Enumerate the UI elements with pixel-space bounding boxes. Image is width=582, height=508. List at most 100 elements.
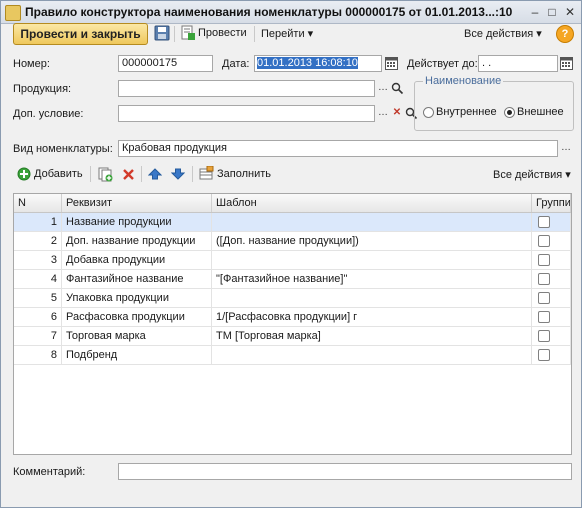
template-cell[interactable] [212, 289, 532, 307]
maximize-button[interactable]: □ [544, 4, 560, 20]
product-label: Продукция: [13, 83, 72, 95]
column-header-group[interactable]: Группир [532, 194, 571, 212]
post-button[interactable]: Провести [198, 27, 247, 39]
toolbar-divider [174, 26, 175, 42]
date-field[interactable]: 01.01.2013 16:08:10 [254, 55, 382, 72]
goto-menu-button[interactable]: Перейти ▾ [261, 27, 313, 40]
add-row-button[interactable]: Добавить [34, 168, 83, 180]
nomenclature-type-select-button[interactable]: … [559, 140, 573, 157]
attributes-table[interactable]: N Реквизит Шаблон Группир 1Название прод… [13, 193, 572, 455]
attribute-cell[interactable]: Название продукции [62, 213, 212, 231]
group-cell [532, 270, 571, 288]
table-row[interactable]: 4 Фантазийное название "[Фантазийное назва… [14, 270, 571, 289]
template-cell[interactable]: ([Доп. название продукции]) [212, 232, 532, 250]
group-checkbox[interactable] [538, 216, 550, 228]
chevron-down-icon: ▾ [565, 169, 571, 181]
radio-external[interactable] [504, 107, 515, 118]
group-cell [532, 327, 571, 345]
comment-field[interactable] [118, 463, 572, 480]
row-number-cell[interactable]: 4 [14, 270, 62, 288]
column-header-n[interactable]: N [14, 194, 62, 212]
document-window: Правило конструктора наименования номенк… [0, 0, 582, 508]
calendar-icon[interactable] [385, 56, 398, 70]
toolbar-divider [192, 166, 193, 182]
table-header: N Реквизит Шаблон Группир [14, 194, 571, 213]
template-cell[interactable] [212, 213, 532, 231]
table-row[interactable]: 5 Упаковка продукции [14, 289, 571, 308]
template-cell[interactable] [212, 251, 532, 269]
chevron-down-icon: ▾ [307, 28, 314, 40]
group-cell [532, 213, 571, 231]
group-cell [532, 308, 571, 326]
attribute-cell[interactable]: Добавка продукции [62, 251, 212, 269]
group-checkbox[interactable] [538, 235, 550, 247]
group-checkbox[interactable] [538, 292, 550, 304]
column-header-attribute[interactable]: Реквизит [62, 194, 212, 212]
post-and-close-button[interactable]: Провести и закрыть [13, 23, 148, 45]
group-checkbox[interactable] [538, 349, 550, 361]
clear-icon[interactable]: ✕ [390, 105, 404, 122]
table-row[interactable]: 1 Название продукции [14, 213, 571, 232]
radio-internal-label: Внутреннее [436, 106, 497, 118]
extra-condition-select-button[interactable]: … [376, 105, 390, 122]
table-row[interactable]: 6 Расфасовка продукции 1/[Расфасовка проду… [14, 308, 571, 327]
attribute-cell[interactable]: Подбренд [62, 346, 212, 364]
attribute-cell[interactable]: Доп. название продукции [62, 232, 212, 250]
product-field[interactable] [118, 80, 375, 97]
close-button[interactable]: ✕ [562, 4, 578, 20]
valid-until-field[interactable]: . . [478, 55, 558, 72]
toolbar-divider [141, 166, 142, 182]
all-actions-menu-button[interactable]: Все действия ▾ [464, 27, 542, 40]
radio-external-label: Внешнее [517, 106, 564, 118]
save-icon[interactable] [154, 25, 170, 41]
document-icon [5, 5, 21, 21]
product-select-button[interactable]: … [376, 80, 390, 97]
attribute-cell[interactable]: Торговая марка [62, 327, 212, 345]
number-label: Номер: [13, 58, 50, 70]
radio-internal[interactable] [423, 107, 434, 118]
attribute-cell[interactable]: Расфасовка продукции [62, 308, 212, 326]
row-number-cell[interactable]: 7 [14, 327, 62, 345]
template-cell[interactable]: 1/[Расфасовка продукции] г [212, 308, 532, 326]
table-all-actions-button[interactable]: Все действия ▾ [493, 168, 571, 181]
table-row[interactable]: 3 Добавка продукции [14, 251, 571, 270]
toolbar-divider [90, 166, 91, 182]
table-row[interactable]: 7 Торговая марка ТМ [Торговая марка] [14, 327, 571, 346]
move-down-icon[interactable] [171, 167, 185, 181]
delete-icon[interactable] [122, 168, 135, 181]
extra-condition-field[interactable] [118, 105, 375, 122]
minimize-button[interactable]: – [527, 4, 543, 20]
template-cell[interactable]: "[Фантазийное название]" [212, 270, 532, 288]
group-cell [532, 346, 571, 364]
extra-condition-label: Доп. условие: [13, 108, 84, 120]
row-number-cell[interactable]: 8 [14, 346, 62, 364]
table-row[interactable]: 8 Подбренд [14, 346, 571, 365]
row-number-cell[interactable]: 1 [14, 213, 62, 231]
group-checkbox[interactable] [538, 273, 550, 285]
nomenclature-type-field[interactable]: Крабовая продукция [118, 140, 558, 157]
fill-button[interactable]: Заполнить [217, 168, 271, 180]
column-header-template[interactable]: Шаблон [212, 194, 532, 212]
search-icon[interactable] [391, 82, 404, 95]
number-field[interactable]: 000000175 [118, 55, 213, 72]
help-button[interactable]: ? [556, 25, 574, 43]
copy-row-icon[interactable] [98, 167, 113, 182]
template-cell[interactable]: ТМ [Торговая марка] [212, 327, 532, 345]
row-number-cell[interactable]: 2 [14, 232, 62, 250]
all-actions-label: Все действия [464, 28, 534, 40]
group-checkbox[interactable] [538, 254, 550, 266]
add-icon [17, 167, 31, 181]
attribute-cell[interactable]: Фантазийное название [62, 270, 212, 288]
row-number-cell[interactable]: 5 [14, 289, 62, 307]
group-checkbox[interactable] [538, 330, 550, 342]
attribute-cell[interactable]: Упаковка продукции [62, 289, 212, 307]
command-bar: Провести и закрыть Провести Перейти ▾ Вс… [1, 23, 581, 49]
move-up-icon[interactable] [148, 167, 162, 181]
group-checkbox[interactable] [538, 311, 550, 323]
row-number-cell[interactable]: 6 [14, 308, 62, 326]
row-number-cell[interactable]: 3 [14, 251, 62, 269]
calendar-icon[interactable] [560, 56, 573, 70]
table-row[interactable]: 2 Доп. название продукции ([Доп. название … [14, 232, 571, 251]
valid-until-label: Действует до: [407, 58, 478, 70]
template-cell[interactable] [212, 346, 532, 364]
